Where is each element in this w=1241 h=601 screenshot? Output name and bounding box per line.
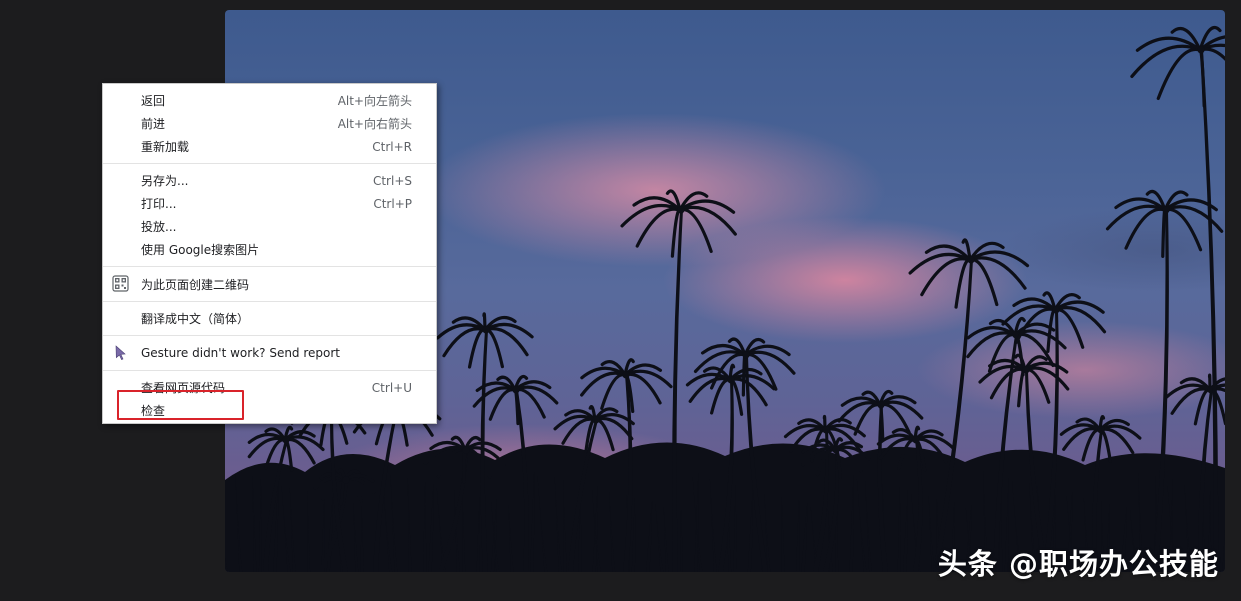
qr-code-icon — [112, 275, 129, 292]
menu-item-label: 打印... — [141, 197, 177, 211]
menu-item-save-as[interactable]: 另存为... Ctrl+S — [103, 169, 436, 192]
menu-separator — [103, 266, 436, 267]
menu-item-label: 另存为... — [141, 174, 189, 188]
menu-item-reload[interactable]: 重新加载 Ctrl+R — [103, 135, 436, 158]
menu-item-label: 使用 Google搜索图片 — [141, 243, 260, 257]
context-menu: 返回 Alt+向左箭头 前进 Alt+向右箭头 重新加载 Ctrl+R 另存为.… — [102, 83, 437, 424]
menu-item-shortcut: Ctrl+R — [372, 139, 412, 154]
menu-item-shortcut: Alt+向右箭头 — [337, 117, 412, 131]
menu-separator — [103, 370, 436, 371]
menu-item-shortcut: Ctrl+P — [373, 196, 412, 211]
inspect-highlight-box — [117, 390, 244, 420]
menu-separator — [103, 335, 436, 336]
menu-item-label: 投放... — [141, 220, 177, 234]
watermark: 头条 @职场办公技能 — [937, 547, 1219, 581]
menu-item-shortcut: Alt+向左箭头 — [337, 94, 412, 108]
menu-separator — [103, 163, 436, 164]
menu-separator — [103, 301, 436, 302]
menu-item-label: 前进 — [141, 117, 166, 131]
menu-item-shortcut: Ctrl+S — [372, 173, 412, 188]
menu-item-shortcut: Ctrl+U — [371, 380, 412, 395]
menu-item-back[interactable]: 返回 Alt+向左箭头 — [103, 89, 436, 112]
menu-item-label: 为此页面创建二维码 — [141, 277, 250, 292]
menu-item-label: 翻译成中文（简体） — [141, 312, 250, 326]
cursor-arrow-icon — [112, 344, 129, 361]
menu-item-print[interactable]: 打印... Ctrl+P — [103, 192, 436, 215]
menu-item-cast[interactable]: 投放... — [103, 215, 436, 238]
menu-item-label: 返回 — [141, 94, 166, 108]
menu-item-translate[interactable]: 翻译成中文（简体） — [103, 307, 436, 330]
menu-item-label: Gesture didn't work? Send report — [141, 346, 341, 360]
menu-item-search-image-google[interactable]: 使用 Google搜索图片 — [103, 238, 436, 261]
menu-item-gesture-report[interactable]: Gesture didn't work? Send report — [103, 341, 436, 365]
menu-item-forward[interactable]: 前进 Alt+向右箭头 — [103, 112, 436, 135]
menu-item-label: 重新加载 — [141, 140, 190, 154]
menu-item-create-qr-code[interactable]: 为此页面创建二维码 — [103, 272, 436, 296]
